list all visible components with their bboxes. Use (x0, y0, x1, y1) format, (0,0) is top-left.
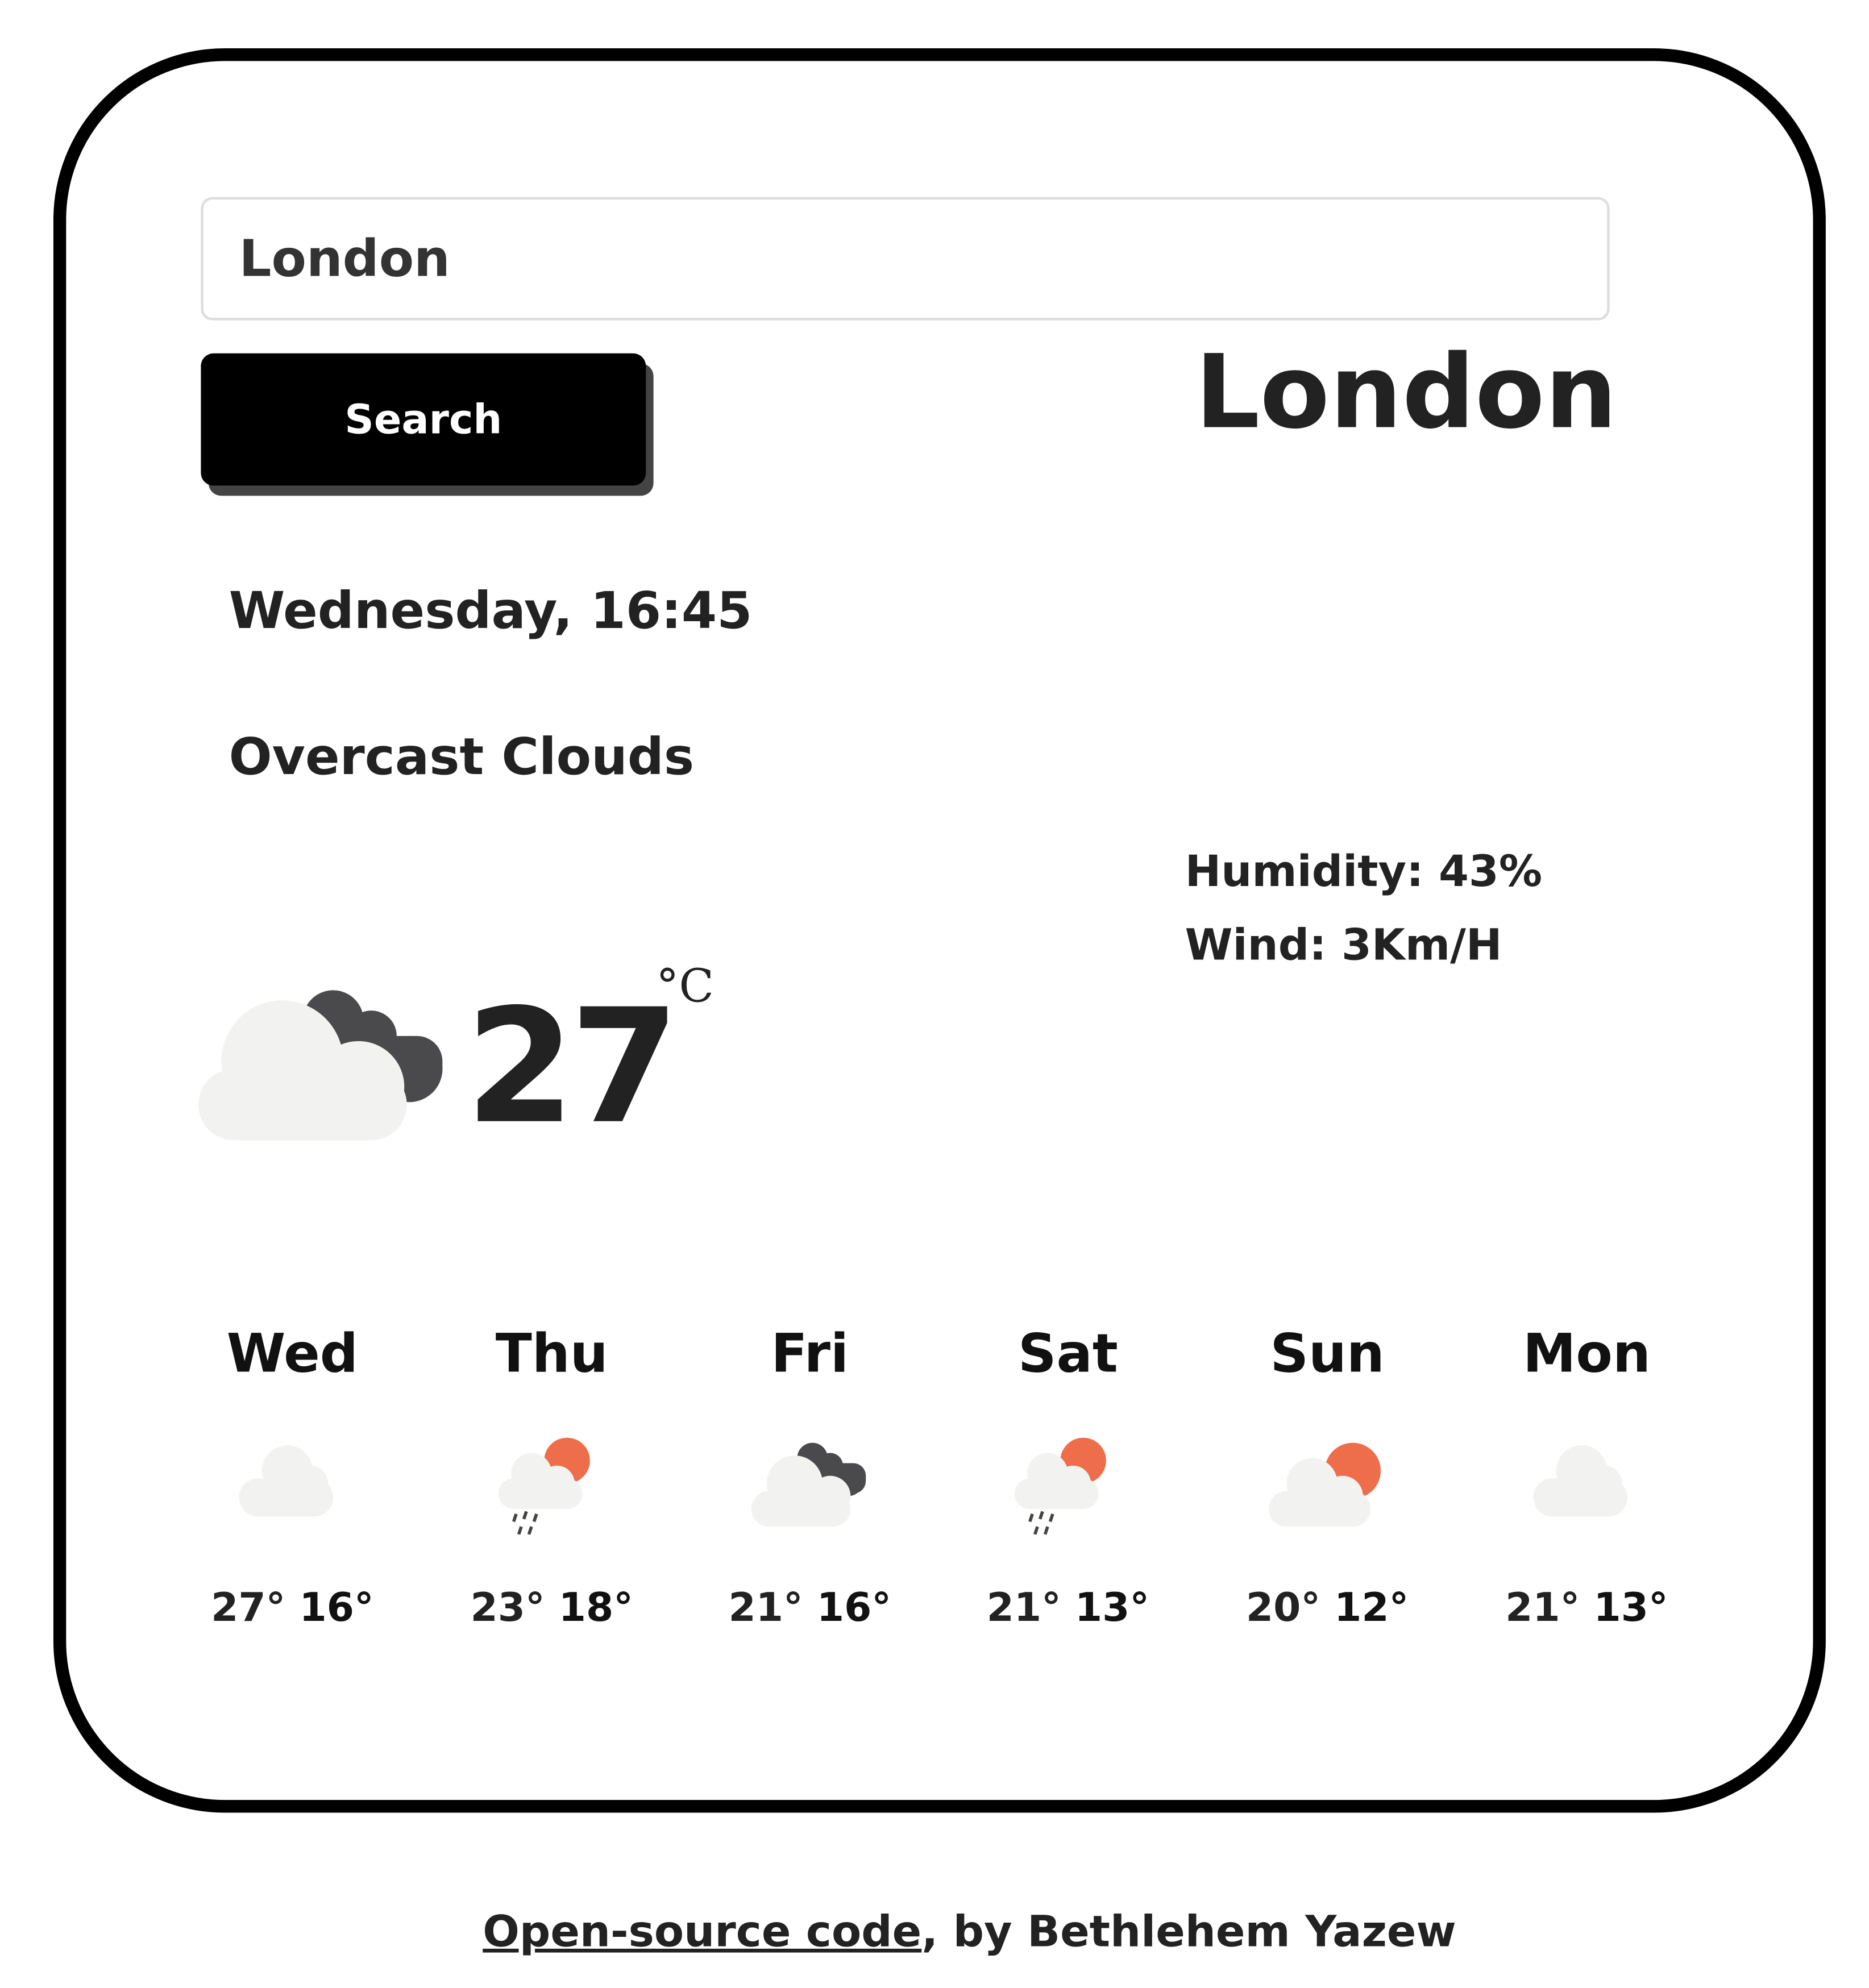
cloud-icon (239, 1445, 334, 1517)
forecast-min: 12° (1334, 1585, 1409, 1631)
forecast-day: Wed 27° 16° (165, 1322, 420, 1631)
forecast-day-name: Sun (1270, 1322, 1385, 1384)
rain-sun-icon (1014, 1437, 1106, 1535)
cloud-icon (1533, 1445, 1627, 1517)
forecast-max: 20° (1245, 1585, 1321, 1631)
forecast-day-name: Mon (1522, 1322, 1651, 1384)
forecast-temps: 21° 13° (941, 1585, 1195, 1631)
forecast-max: 21° (728, 1585, 803, 1631)
forecast-max: 21° (986, 1585, 1061, 1631)
forecast-max: 23° (470, 1585, 545, 1631)
forecast-day: Fri 21° 16° (683, 1322, 937, 1631)
temperature-unit[interactable]: °C (656, 961, 714, 1013)
humidity: Humidity: 43% (1185, 846, 1543, 898)
broken-clouds-icon (198, 990, 443, 1141)
footer-credit: , by Bethlehem Yazew (921, 1907, 1456, 1958)
city-search-input[interactable] (201, 197, 1610, 321)
weather-app: Search London Wednesday, 16:45 Overcast … (0, 0, 1869, 1988)
wind: Wind: 3Km/H (1185, 920, 1502, 971)
forecast-temps: 27° 16° (165, 1585, 420, 1631)
forecast-temps: 21° 16° (683, 1585, 937, 1631)
forecast-day-name: Fri (771, 1322, 849, 1384)
forecast-min: 16° (299, 1585, 374, 1631)
search-button[interactable]: Search (201, 353, 646, 486)
forecast-temps: 23° 18° (425, 1585, 679, 1631)
forecast-max: 21° (1505, 1585, 1580, 1631)
city-name: London (1195, 333, 1618, 452)
forecast-min: 16° (816, 1585, 891, 1631)
current-temperature: 27 (465, 976, 680, 1159)
open-source-link[interactable]: Open-source code (483, 1907, 921, 1957)
forecast-day: Sun 20° 12° (1200, 1322, 1454, 1631)
sun-cloud-icon (1269, 1442, 1381, 1527)
forecast-min: 13° (1074, 1585, 1150, 1631)
forecast-temps: 20° 12° (1200, 1585, 1454, 1631)
current-datetime: Wednesday, 16:45 (229, 582, 753, 641)
forecast-day: Mon 21° 13° (1460, 1322, 1714, 1631)
forecast-day: Thu 23° 18° (425, 1322, 679, 1631)
forecast-max: 27° (211, 1585, 286, 1631)
forecast-min: 13° (1593, 1585, 1668, 1631)
forecast-day-name: Sat (1017, 1322, 1118, 1384)
rain-sun-icon (498, 1437, 590, 1535)
footer: Open-source code, by Bethlehem Yazew (0, 1907, 1869, 1957)
dark-cloud-icon (751, 1442, 866, 1527)
forecast-day-name: Thu (495, 1322, 608, 1384)
forecast-temps: 21° 13° (1460, 1585, 1714, 1631)
forecast-day: Sat 21° 13° (941, 1322, 1195, 1631)
forecast-min: 18° (558, 1585, 633, 1631)
forecast-day-name: Wed (226, 1322, 359, 1384)
weather-description: Overcast Clouds (229, 728, 695, 787)
